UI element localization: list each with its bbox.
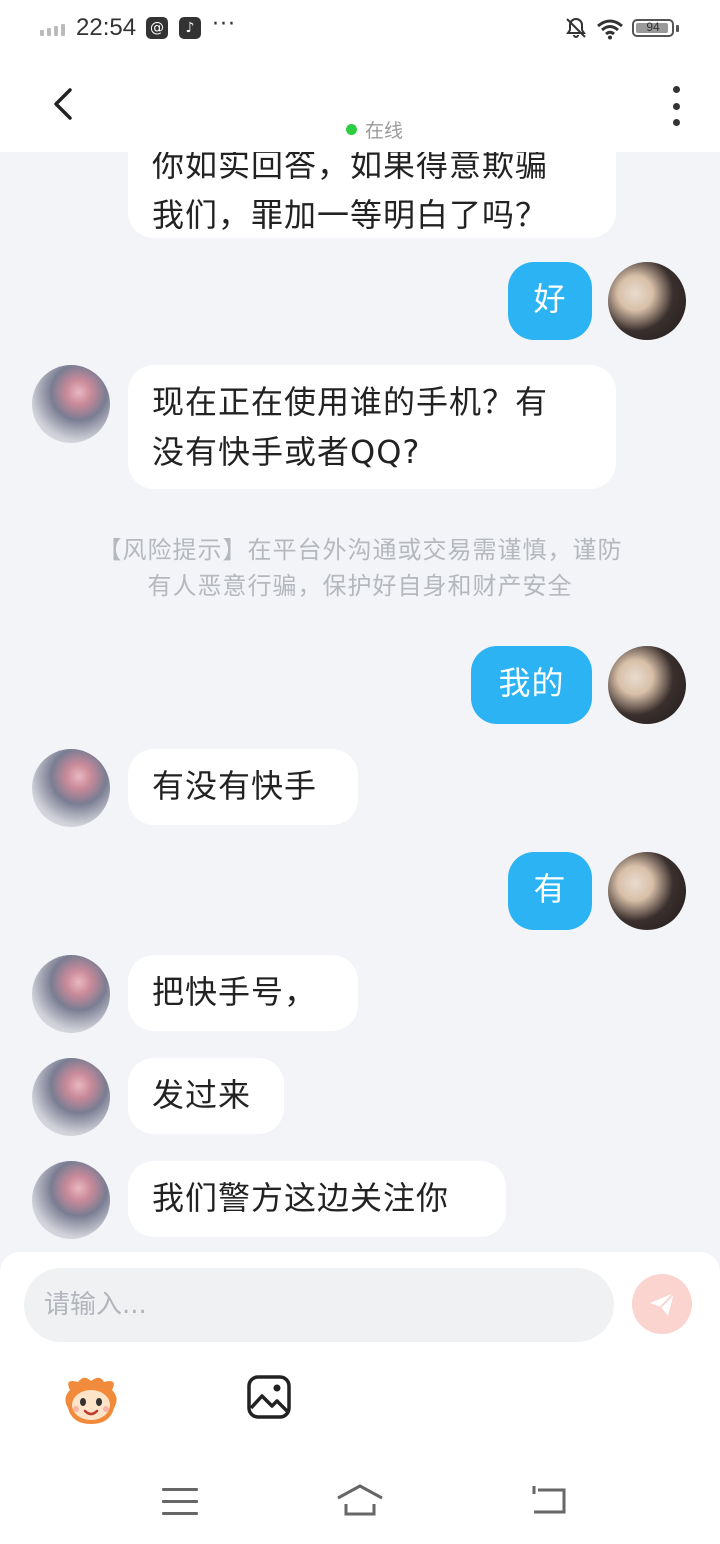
more-dot-icon <box>672 102 680 110</box>
message-text: 有 <box>533 870 567 908</box>
message-text: 现在正在使用谁的手机？有 <box>152 383 549 421</box>
online-status: 在线 <box>346 116 403 143</box>
message-text: 我的 <box>498 664 565 702</box>
back-button[interactable] <box>44 84 84 124</box>
message-bubble-received[interactable]: 我们警方这边关注你 <box>128 1161 506 1237</box>
app-notification-icon: @ <box>146 17 168 39</box>
contact-avatar[interactable] <box>32 749 110 827</box>
send-icon <box>650 1292 675 1316</box>
home-button[interactable] <box>336 1482 384 1518</box>
chat-header: 在线 <box>0 60 720 152</box>
message-text: 好 <box>533 280 567 318</box>
risk-notice-line: 有人恶意行骗，保护好自身和财产安全 <box>147 572 573 600</box>
wifi-icon <box>597 19 623 40</box>
message-bubble-received[interactable]: 有没有快手 <box>128 749 358 825</box>
signal-icon <box>40 24 65 36</box>
message-text: 你如实回答，如果得意欺骗 <box>152 152 549 184</box>
message-bubble-received[interactable]: 把快手号， <box>128 955 358 1031</box>
my-avatar[interactable] <box>608 852 686 930</box>
more-notifications-icon: ··· <box>212 12 236 37</box>
music-app-icon: ♪ <box>179 17 201 39</box>
system-nav-bar <box>0 1460 720 1544</box>
my-avatar[interactable] <box>608 646 686 724</box>
emoji-button[interactable] <box>60 1372 122 1428</box>
message-bubble-sent[interactable]: 我的 <box>471 646 592 724</box>
message-text: 把快手号， <box>152 973 318 1011</box>
more-options-button[interactable] <box>664 86 688 126</box>
message-text: 没有快手或者QQ? <box>152 433 421 471</box>
message-bubble-received[interactable]: 现在正在使用谁的手机？有 没有快手或者QQ? <box>128 365 616 489</box>
message-text: 发过来 <box>152 1076 252 1114</box>
my-avatar[interactable] <box>608 262 686 340</box>
battery-indicator: 94 <box>632 19 679 37</box>
battery-tip <box>676 25 679 32</box>
contact-avatar[interactable] <box>32 365 110 443</box>
message-input[interactable] <box>24 1268 614 1342</box>
system-back-button[interactable] <box>530 1486 570 1516</box>
risk-notice-line: 【风险提示】在平台外沟通或交易需谨慎，谨防 <box>97 536 623 564</box>
message-text: 我们，罪加一等明白了吗？ <box>152 196 549 234</box>
message-bubble-sent[interactable]: 好 <box>508 262 592 340</box>
send-button[interactable] <box>632 1274 692 1334</box>
online-status-label: 在线 <box>365 120 404 142</box>
battery-level: 94 <box>646 20 660 34</box>
chat-messages[interactable]: 你如实回答，如果得意欺骗 我们，罪加一等明白了吗？ 好 现在正在使用谁的手机？有… <box>0 152 720 1252</box>
image-button[interactable] <box>246 1374 292 1420</box>
message-bubble-sent[interactable]: 有 <box>508 852 592 930</box>
risk-notice: 【风险提示】在平台外沟通或交易需谨慎，谨防 有人恶意行骗，保护好自身和财产安全 <box>60 532 660 604</box>
status-time: 22:54 <box>76 14 137 41</box>
emoji-icon <box>65 1377 117 1424</box>
online-dot-icon <box>346 124 357 135</box>
status-bar: 22:54 @ ♪ ··· 94 <box>0 0 720 60</box>
recent-apps-button[interactable] <box>162 1488 198 1524</box>
message-bubble-received[interactable]: 发过来 <box>128 1058 284 1134</box>
image-icon <box>247 1375 291 1419</box>
contact-avatar[interactable] <box>32 1161 110 1239</box>
contact-avatar[interactable] <box>32 1058 110 1136</box>
more-dot-icon <box>672 86 680 93</box>
message-text: 我们警方这边关注你 <box>152 1179 450 1217</box>
more-dot-icon <box>672 119 680 126</box>
message-bubble-received[interactable]: 你如实回答，如果得意欺骗 我们，罪加一等明白了吗？ <box>128 152 616 238</box>
bell-muted-icon <box>566 17 586 38</box>
message-text: 有没有快手 <box>152 767 318 805</box>
contact-avatar[interactable] <box>32 955 110 1033</box>
